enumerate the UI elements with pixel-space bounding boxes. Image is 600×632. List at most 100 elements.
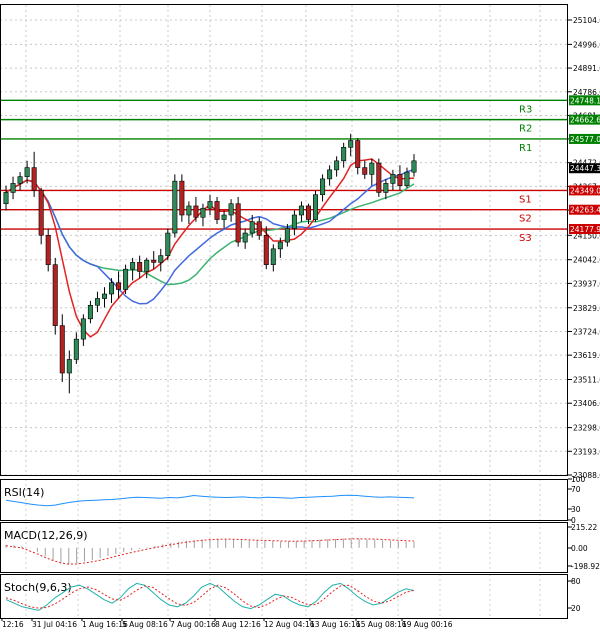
candle-body: [305, 205, 311, 220]
indicator-tick-label: 0.00: [571, 544, 588, 553]
candle-body: [200, 207, 206, 218]
candle-body: [207, 201, 213, 209]
level-tag-label: 24263.4: [570, 206, 600, 215]
candle-body: [404, 171, 410, 186]
price-tick-label: 23937.0: [573, 279, 600, 288]
candle-body: [249, 221, 255, 234]
candle-body: [80, 318, 86, 340]
candle-body: [101, 293, 107, 299]
price-tick-label: 24996.0: [573, 40, 600, 49]
time-tick-label: 19 Aug 00:16: [402, 620, 453, 629]
level-name-r2: R2: [519, 124, 532, 135]
candle-body: [214, 201, 220, 220]
candle-body: [31, 167, 37, 191]
price-tick-label: 23829.0: [573, 304, 600, 313]
indicator-tick-label: 100: [571, 475, 586, 484]
candle-body: [3, 192, 9, 205]
level-name-s1: S1: [519, 194, 532, 205]
pivot-levels: R3 R2 R1 S1 S2 S3: [0, 99, 568, 244]
time-tick-label: 31 Jul 04:16: [32, 620, 77, 629]
indicator-title: RSI(14): [4, 486, 44, 499]
level-tags: 24748.1 24662.6 24577.0 24349.0 24263.4 24177…: [569, 95, 600, 235]
candle-body: [186, 205, 192, 216]
candle-body: [172, 180, 178, 234]
candle-body: [376, 162, 382, 193]
candle-body: [123, 268, 129, 290]
candle-body: [130, 262, 136, 270]
candle-body: [151, 259, 157, 263]
candle-body: [235, 203, 241, 243]
level-name-r1: R1: [519, 143, 532, 154]
candle-body: [193, 205, 199, 218]
indicator-tick-label: 20: [571, 604, 581, 613]
level-name-s3: S3: [519, 233, 532, 244]
candle-body: [158, 255, 164, 263]
price-tick-label: 23511.0: [573, 376, 600, 385]
candle-body: [390, 174, 396, 184]
price-axis: 25104.024996.024891.024786.024681.024577…: [568, 16, 600, 613]
candle-body: [362, 167, 368, 175]
level-tag-label: 24662.6: [570, 116, 600, 125]
level-name-s2: S2: [519, 214, 532, 225]
time-tick-label: 8 Aug 12:16: [215, 620, 261, 629]
candle-body: [59, 325, 65, 374]
candle-body: [277, 241, 283, 250]
candle-body: [10, 183, 16, 193]
price-tick-label: 23193.0: [573, 447, 600, 456]
time-tick-label: 12 Aug 04:16: [264, 620, 315, 629]
indicator-tick-label: 215.22: [571, 523, 597, 532]
candle-body: [24, 167, 30, 177]
time-tick-label: 13 Aug 16:16: [310, 620, 361, 629]
candle-body: [221, 214, 227, 220]
candle-body: [165, 232, 171, 256]
price-tick-label: 23724.0: [573, 327, 600, 336]
candle-body: [320, 178, 326, 195]
candle-body: [38, 189, 44, 236]
trading-chart[interactable]: R3R2R1S1S2S3 25104.024996.024891.024786.…: [0, 0, 600, 632]
candle-body: [17, 176, 23, 184]
time-tick-label: 12:16: [2, 620, 24, 629]
candle-body: [383, 183, 389, 193]
candle-body: [270, 248, 276, 265]
candle-body: [284, 228, 290, 243]
candle-body: [109, 282, 115, 295]
candle-body: [334, 160, 340, 171]
indicator-title: MACD(12,26,9): [4, 529, 88, 542]
candle-body: [137, 262, 143, 272]
price-tick-label: 24891.0: [573, 64, 600, 73]
candle-body: [263, 235, 269, 265]
candle-body: [341, 146, 347, 162]
candle-body: [45, 235, 51, 265]
indicator-title: Stoch(9,6,3): [4, 581, 72, 594]
last-price-label: 24447.3: [570, 164, 600, 173]
level-tag-label: 24577.0: [570, 135, 600, 144]
price-tick-label: 23298.0: [573, 424, 600, 433]
level-tag-label: 24177.9: [570, 225, 600, 234]
candle-body: [369, 162, 375, 175]
time-tick-label: 5 Aug 08:16: [122, 620, 168, 629]
indicator-tick-label: 30: [571, 505, 581, 514]
price-tick-label: 23406.0: [573, 399, 600, 408]
candlesticks: [3, 133, 417, 394]
candle-body: [355, 140, 361, 168]
candle-body: [348, 140, 354, 148]
level-tag-label: 24748.1: [570, 96, 600, 105]
indicator-tick-label: 80: [571, 577, 581, 586]
time-tick-label: 7 Aug 00:16: [170, 620, 216, 629]
candle-body: [256, 221, 262, 236]
indicator-tick-label: 70: [571, 485, 581, 494]
candle-body: [397, 174, 403, 186]
candle-body: [66, 359, 72, 374]
candle-body: [327, 169, 333, 180]
panel-frames: [0, 4, 568, 619]
time-axis: 12:16 31 Jul 04:16 1 Aug 16:165 Aug 08:16 7…: [1, 618, 453, 629]
candle-body: [228, 203, 234, 216]
level-tag-label: 24349.0: [570, 186, 600, 195]
price-tick-label: 25104.0: [573, 16, 600, 25]
time-tick-label: 15 Aug 08:16: [356, 620, 407, 629]
candle-body: [87, 304, 93, 320]
candle-body: [242, 232, 248, 243]
price-tick-label: 23619.0: [573, 351, 600, 360]
candle-body: [116, 282, 122, 290]
grid-lines: [0, 5, 568, 618]
